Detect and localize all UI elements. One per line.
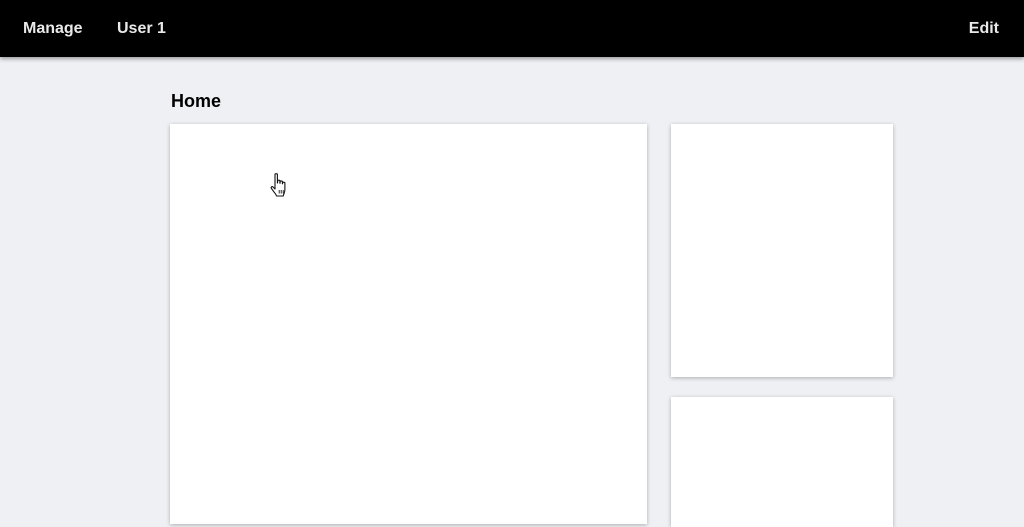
nav-link-user[interactable]: User 1 [117,0,166,57]
top-navigation-bar: Manage User 1 Edit [0,0,1024,57]
side-card-top [671,124,893,377]
hand-pointer-icon [270,173,286,197]
nav-link-manage[interactable]: Manage [23,0,83,57]
main-content-card [170,124,647,524]
side-card-bottom [671,397,893,527]
nav-link-edit[interactable]: Edit [969,0,999,57]
page-title: Home [171,91,222,111]
